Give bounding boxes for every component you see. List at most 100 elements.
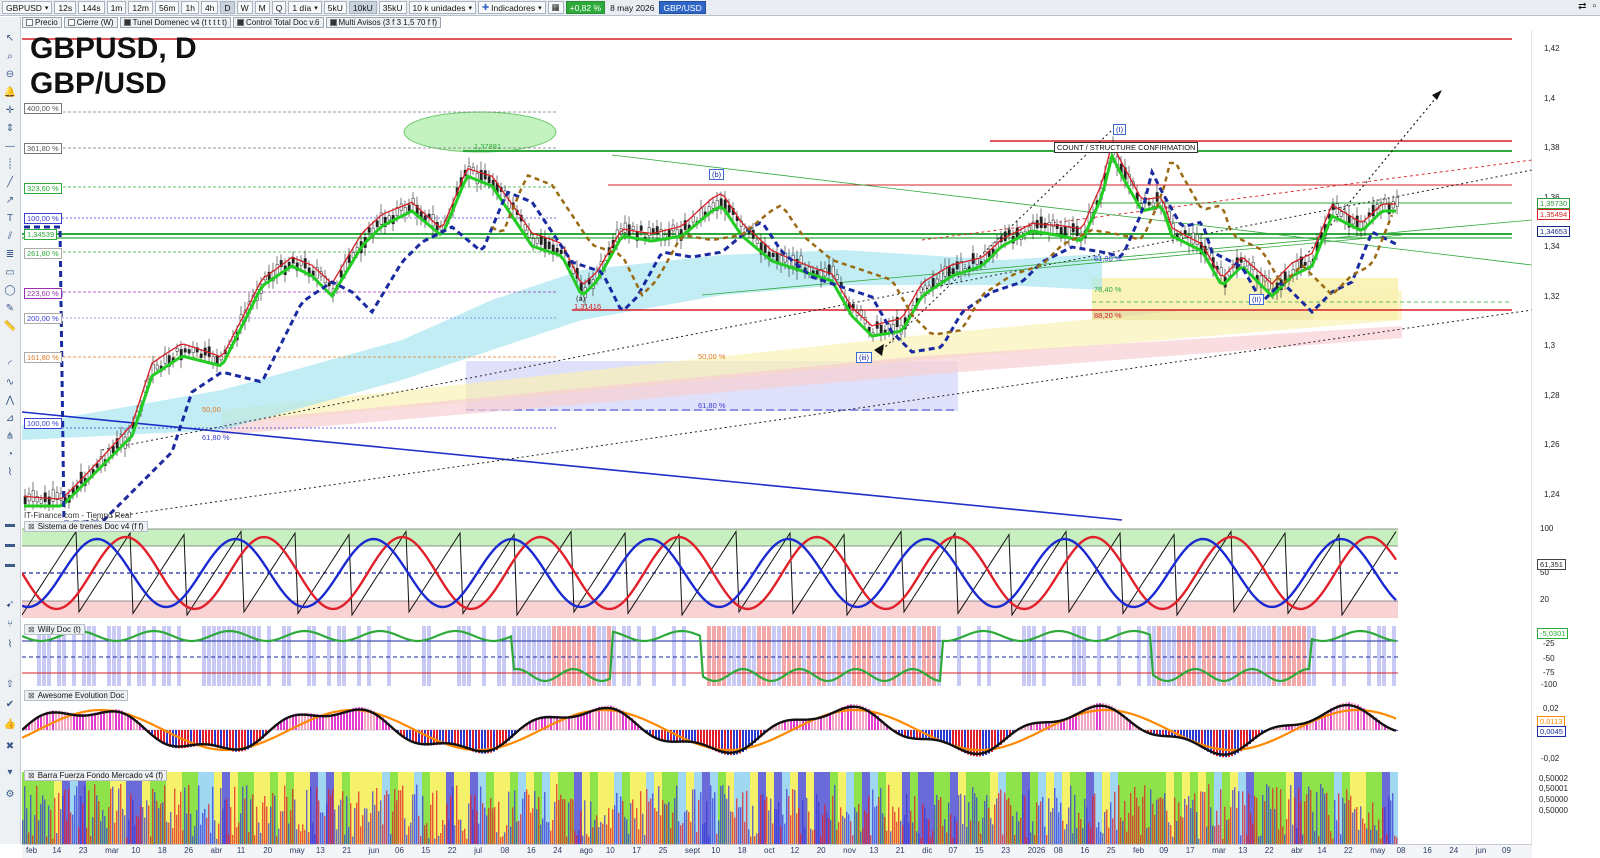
willy-bar <box>562 626 566 686</box>
pitchfork-icon[interactable]: ⋔ <box>3 429 17 443</box>
pencil-icon[interactable]: ✎ <box>3 301 17 315</box>
willy-bar <box>867 626 871 686</box>
ellipse-icon[interactable]: ◯ <box>3 283 17 297</box>
crosshair-icon[interactable]: ✛ <box>3 103 17 117</box>
period-selector[interactable]: 1 día ▾ <box>288 1 322 14</box>
interval-56m-button[interactable]: 56m <box>154 1 180 14</box>
unit-5ku-button[interactable]: 5kU <box>323 1 347 14</box>
ray-icon[interactable]: ↗ <box>3 193 17 207</box>
cycle-icon[interactable]: ◔ <box>3 447 17 461</box>
interval-144s-button[interactable]: 144s <box>78 1 105 14</box>
barra-bar <box>256 806 258 844</box>
panel-header-willy[interactable]: ⊠ Willy Doc (t) <box>24 624 85 635</box>
willy-bar <box>302 626 306 686</box>
close-icon[interactable]: ⊠ <box>28 625 35 634</box>
arrow-up-icon[interactable]: ⇧ <box>3 677 17 691</box>
barra-bar <box>696 831 698 844</box>
interval-4h-button[interactable]: 4h <box>200 1 219 14</box>
candle-body <box>327 282 331 287</box>
legend-cierre[interactable]: Cierre (W) <box>63 17 118 28</box>
barra-bar <box>24 786 26 844</box>
panel-header-awesome[interactable]: ⊠ Awesome Evolution Doc <box>24 690 129 701</box>
trendline-icon[interactable]: ╱ <box>3 175 17 189</box>
zoom-icon[interactable]: ⌕ <box>3 49 17 63</box>
hline-icon[interactable]: ― <box>3 139 17 153</box>
wave-icon[interactable]: ∿ <box>3 375 17 389</box>
rectangle-icon[interactable]: ▭ <box>3 265 17 279</box>
barra-bar <box>456 785 458 844</box>
vline-icon[interactable]: ┊ <box>3 157 17 171</box>
chart-settings-button[interactable]: ▦ <box>547 1 564 14</box>
time-axis[interactable] <box>22 844 1532 858</box>
cursor-icon[interactable]: ↖ <box>3 31 17 45</box>
indicators-button[interactable]: ✚ Indicadores ▾ <box>478 1 546 14</box>
arc-icon[interactable]: ◜ <box>3 357 17 371</box>
symbol-selector[interactable]: GBPUSD ▾ <box>2 1 53 14</box>
fork-icon[interactable]: ⑂ <box>3 617 17 631</box>
fib-icon[interactable]: ≣ <box>3 247 17 261</box>
willy-bar <box>887 626 891 686</box>
checkbox-icon[interactable] <box>329 19 337 26</box>
interval-12m-button[interactable]: 12m <box>128 1 153 14</box>
legend-control-total[interactable]: Control Total Doc v.6 <box>232 17 324 28</box>
arrow-icon[interactable]: ➹ <box>3 597 17 611</box>
close-icon[interactable]: ⊠ <box>28 771 35 780</box>
barra-bar <box>1036 802 1038 844</box>
gear-icon[interactable]: ⚙ <box>3 787 17 801</box>
pin-icon[interactable]: ⇄ <box>1578 1 1586 12</box>
interval-d-button[interactable]: D <box>220 1 235 14</box>
interval-m-button[interactable]: M <box>254 1 270 14</box>
willy-bar <box>1047 626 1051 686</box>
interval-w-button[interactable]: W <box>236 1 253 14</box>
barra-bar <box>780 826 782 844</box>
bell-icon[interactable]: 🔔 <box>3 85 17 99</box>
gann-icon[interactable]: ⊿ <box>3 411 17 425</box>
pattern-icon[interactable]: ⋀ <box>3 393 17 407</box>
candle-body <box>935 278 939 284</box>
polyline-icon[interactable]: ⌇ <box>3 465 17 479</box>
checkbox-icon[interactable] <box>236 19 244 26</box>
candle-body <box>207 346 211 357</box>
thumbs-up-icon[interactable]: 👍 <box>3 717 17 731</box>
zoom-out-icon[interactable]: ⊖ <box>3 67 17 81</box>
barra-bar <box>716 833 718 844</box>
barra-bar <box>804 827 806 844</box>
brush-icon[interactable]: ⌇ <box>3 637 17 651</box>
legend-tunel[interactable]: Tunel Domenec v4 (t t t t t) <box>119 17 231 28</box>
interval-q-button[interactable]: Q <box>271 1 287 14</box>
checkbox-icon[interactable] <box>67 19 75 26</box>
barra-bar <box>174 788 176 844</box>
restore-icon[interactable]: ▫ <box>1592 1 1596 12</box>
interval-12s-button[interactable]: 12s <box>54 1 77 14</box>
barra-bar <box>1190 808 1192 844</box>
quantity-selector[interactable]: 10 k unidades ▾ <box>408 1 476 14</box>
ruler-icon[interactable]: 📏 <box>3 319 17 333</box>
interval-1m-button[interactable]: 1m <box>106 1 127 14</box>
willy-bar <box>912 626 916 686</box>
panel-header-sistema[interactable]: ⊠ Sistema de trenes Doc v4 (f f) <box>24 521 148 532</box>
checkbox-icon[interactable] <box>26 19 33 26</box>
check-icon[interactable]: ✔ <box>3 697 17 711</box>
channel-icon[interactable]: ⫽ <box>3 229 17 243</box>
unit-35ku-button[interactable]: 35kU <box>378 1 407 14</box>
close-icon[interactable]: ⊠ <box>28 691 35 700</box>
checkbox-icon[interactable] <box>123 19 131 26</box>
willy-panel <box>22 623 1532 687</box>
more-icon[interactable]: ▾ <box>3 765 17 779</box>
panel-header-barra[interactable]: ⊠ Barra Fuerza Fondo Mercado v4 (f) <box>24 770 168 781</box>
interval-1h-button[interactable]: 1h <box>181 1 199 14</box>
legend-multi-avisos[interactable]: Multi Avisos (3 f 3 1,5 70 f f) <box>325 17 442 28</box>
barra-bg-block <box>750 772 758 844</box>
unit-10ku-button[interactable]: 10kU <box>348 1 377 14</box>
close-icon[interactable]: ⊠ <box>28 522 35 531</box>
hline-green-icon[interactable]: ▬ <box>3 517 17 531</box>
candle-body <box>199 353 203 358</box>
chart-canvas[interactable] <box>22 30 1532 844</box>
hline-red-icon[interactable]: ▬ <box>3 537 17 551</box>
text-icon[interactable]: T <box>3 211 17 225</box>
legend-precio[interactable]: Precio <box>22 17 62 28</box>
barra-bar <box>1078 812 1080 844</box>
delete-icon[interactable]: ✖ <box>3 739 17 753</box>
measure-icon[interactable]: ⇕ <box>3 121 17 135</box>
hline-blue-icon[interactable]: ▬ <box>3 557 17 571</box>
